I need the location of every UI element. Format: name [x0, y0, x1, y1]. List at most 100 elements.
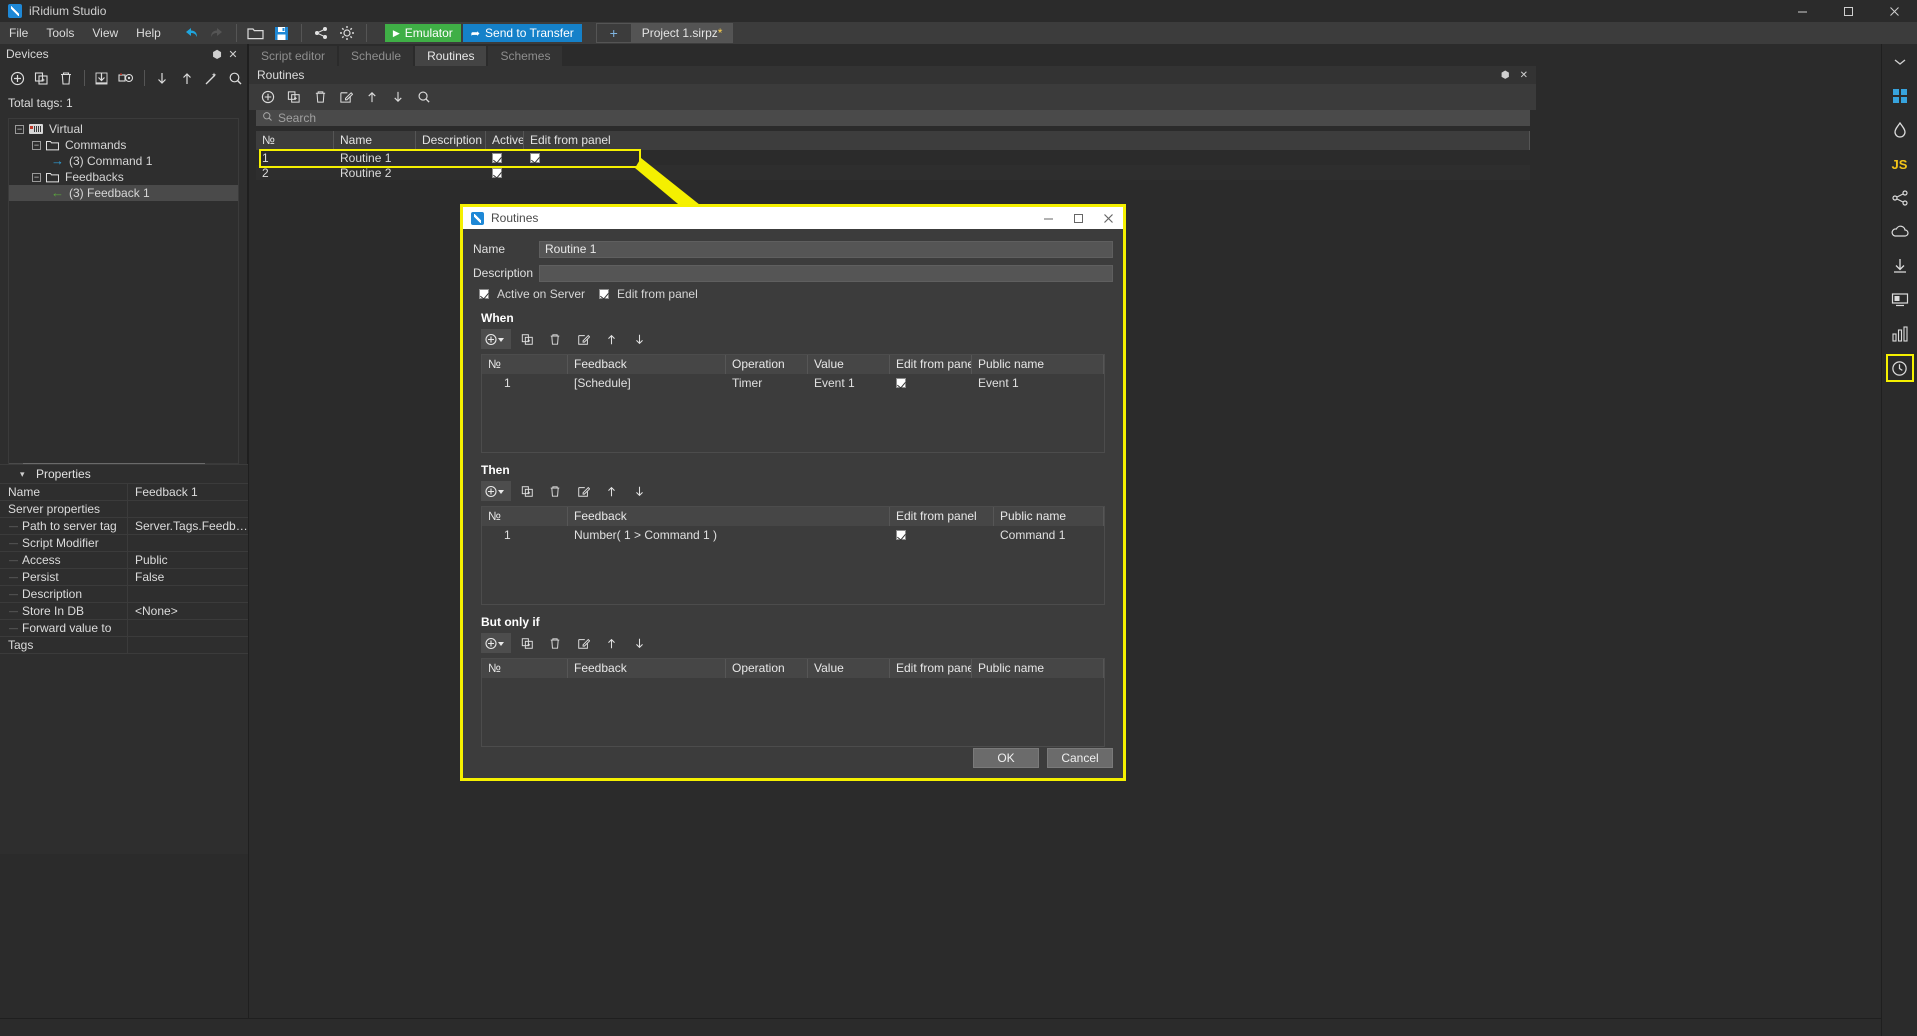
add-dropdown-icon[interactable]: [481, 633, 511, 653]
undo-icon[interactable]: [178, 22, 204, 44]
cell-active[interactable]: [486, 166, 524, 180]
property-row[interactable]: Script Modifier: [0, 534, 248, 552]
column-operation[interactable]: Operation: [726, 659, 808, 678]
edit-routine-icon[interactable]: [335, 86, 357, 108]
move-up-icon[interactable]: [599, 633, 623, 653]
search-icon[interactable]: [224, 66, 247, 90]
close-icon[interactable]: [1093, 207, 1123, 229]
table-row[interactable]: 1 [Schedule] Timer Event 1 Event 1: [482, 374, 1104, 391]
save-icon[interactable]: [269, 22, 295, 44]
panel-icon[interactable]: [1886, 286, 1914, 314]
edit-icon[interactable]: [571, 633, 595, 653]
move-down-icon[interactable]: [387, 86, 409, 108]
tab-routines[interactable]: Routines: [415, 46, 487, 66]
add-routine-icon[interactable]: [257, 86, 279, 108]
copy-routine-icon[interactable]: [283, 86, 305, 108]
tab-schedule[interactable]: Schedule: [339, 46, 414, 66]
project-icon[interactable]: [1886, 82, 1914, 110]
project-tab[interactable]: Project 1.sirpz *: [631, 23, 734, 43]
tab-script-editor[interactable]: Script editor: [249, 46, 338, 66]
column-no[interactable]: №: [482, 355, 568, 374]
name-input[interactable]: Routine 1: [539, 240, 1113, 258]
column-value[interactable]: Value: [808, 355, 890, 374]
move-down-icon[interactable]: [627, 481, 651, 501]
property-value[interactable]: Feedback 1: [128, 484, 248, 501]
gear-icon[interactable]: [334, 22, 360, 44]
add-device-icon[interactable]: [6, 66, 29, 90]
copy-icon[interactable]: [515, 633, 539, 653]
devices-icon[interactable]: [1886, 116, 1914, 144]
download-icon[interactable]: [1886, 252, 1914, 280]
properties-header[interactable]: ▾ Properties: [0, 464, 248, 484]
table-row[interactable]: 1 Number( 1 > Command 1 ) Command 1: [482, 526, 1104, 543]
copy-icon[interactable]: [515, 481, 539, 501]
cell-edit-from-panel[interactable]: [890, 376, 972, 390]
cell-active[interactable]: [486, 151, 524, 165]
delete-routine-icon[interactable]: [309, 86, 331, 108]
column-no[interactable]: №: [482, 507, 568, 526]
column-value[interactable]: Value: [808, 659, 890, 678]
cell-edit-from-panel[interactable]: [890, 528, 994, 542]
property-row[interactable]: AccessPublic: [0, 551, 248, 569]
minimize-icon[interactable]: [1033, 207, 1063, 229]
column-public-name[interactable]: Public name: [994, 507, 1104, 526]
when-grid-body[interactable]: 1 [Schedule] Timer Event 1 Event 1: [482, 374, 1104, 452]
edit-icon[interactable]: [571, 481, 595, 501]
expander-icon[interactable]: −: [32, 140, 41, 150]
active-checkbox[interactable]: [492, 153, 502, 164]
active-checkbox[interactable]: [492, 168, 502, 179]
script-icon[interactable]: JS: [1886, 150, 1914, 178]
table-row[interactable]: 2 Routine 2: [256, 165, 1530, 180]
tree-item-feedback-1[interactable]: ← (3) Feedback 1: [9, 185, 238, 201]
cell-edit-from-panel[interactable]: [524, 151, 1530, 165]
tree-item-feedbacks[interactable]: − Feedbacks: [9, 169, 238, 185]
active-on-server-checkbox[interactable]: [479, 289, 489, 299]
edit-from-panel-checkbox[interactable]: [530, 153, 540, 164]
column-operation[interactable]: Operation: [726, 355, 808, 374]
delete-icon[interactable]: [543, 633, 567, 653]
send-to-transfer-button[interactable]: ➦ Send to Transfer: [462, 24, 582, 42]
property-row[interactable]: Description: [0, 585, 248, 603]
move-up-icon[interactable]: [599, 481, 623, 501]
minimize-icon[interactable]: [1779, 0, 1825, 22]
column-no[interactable]: №: [256, 131, 334, 150]
edit-from-panel-checkbox[interactable]: [599, 289, 610, 299]
column-edit-from-panel[interactable]: Edit from panel: [524, 131, 1530, 150]
devices-tree[interactable]: − Virtual − Commands → (3) Command 1 − F…: [8, 118, 239, 478]
tree-item-commands[interactable]: − Commands: [9, 137, 238, 153]
close-icon[interactable]: [1871, 0, 1917, 22]
column-no[interactable]: №: [482, 659, 568, 678]
column-public-name[interactable]: Public name: [972, 355, 1104, 374]
property-row[interactable]: Forward value to: [0, 619, 248, 637]
but-only-if-grid-body[interactable]: [482, 678, 1104, 746]
property-value[interactable]: [128, 637, 248, 654]
column-feedback[interactable]: Feedback: [568, 507, 890, 526]
edit-from-panel-checkbox[interactable]: [896, 378, 906, 389]
tab-schemes[interactable]: Schemes: [488, 46, 563, 66]
schemes-icon[interactable]: [1886, 184, 1914, 212]
property-value[interactable]: Server.Tags.Feedba...: [128, 518, 248, 535]
open-folder-icon[interactable]: [243, 22, 269, 44]
property-row[interactable]: Store In DB<None>: [0, 602, 248, 620]
property-value[interactable]: [128, 535, 248, 552]
add-tab-button[interactable]: +: [595, 23, 632, 43]
property-value[interactable]: <None>: [128, 603, 248, 620]
stats-icon[interactable]: [1886, 320, 1914, 348]
move-down-icon[interactable]: [627, 633, 651, 653]
table-row[interactable]: 1 Routine 1: [256, 150, 1530, 165]
pin-icon[interactable]: ⬢: [1501, 70, 1510, 81]
property-row[interactable]: Tags: [0, 636, 248, 654]
copy-icon[interactable]: [515, 329, 539, 349]
camera-icon[interactable]: [115, 66, 138, 90]
share-icon[interactable]: [308, 22, 334, 44]
column-public-name[interactable]: Public name: [972, 659, 1104, 678]
search-input[interactable]: Search: [278, 111, 316, 125]
column-active[interactable]: Active: [486, 131, 524, 150]
move-up-icon[interactable]: [175, 66, 198, 90]
expander-icon[interactable]: −: [32, 172, 41, 182]
maximize-icon[interactable]: [1063, 207, 1093, 229]
column-edit-from-panel[interactable]: Edit from panel: [890, 659, 972, 678]
then-grid-body[interactable]: 1 Number( 1 > Command 1 ) Command 1: [482, 526, 1104, 604]
delete-device-icon[interactable]: [55, 66, 78, 90]
property-row[interactable]: Name Feedback 1: [0, 483, 248, 501]
